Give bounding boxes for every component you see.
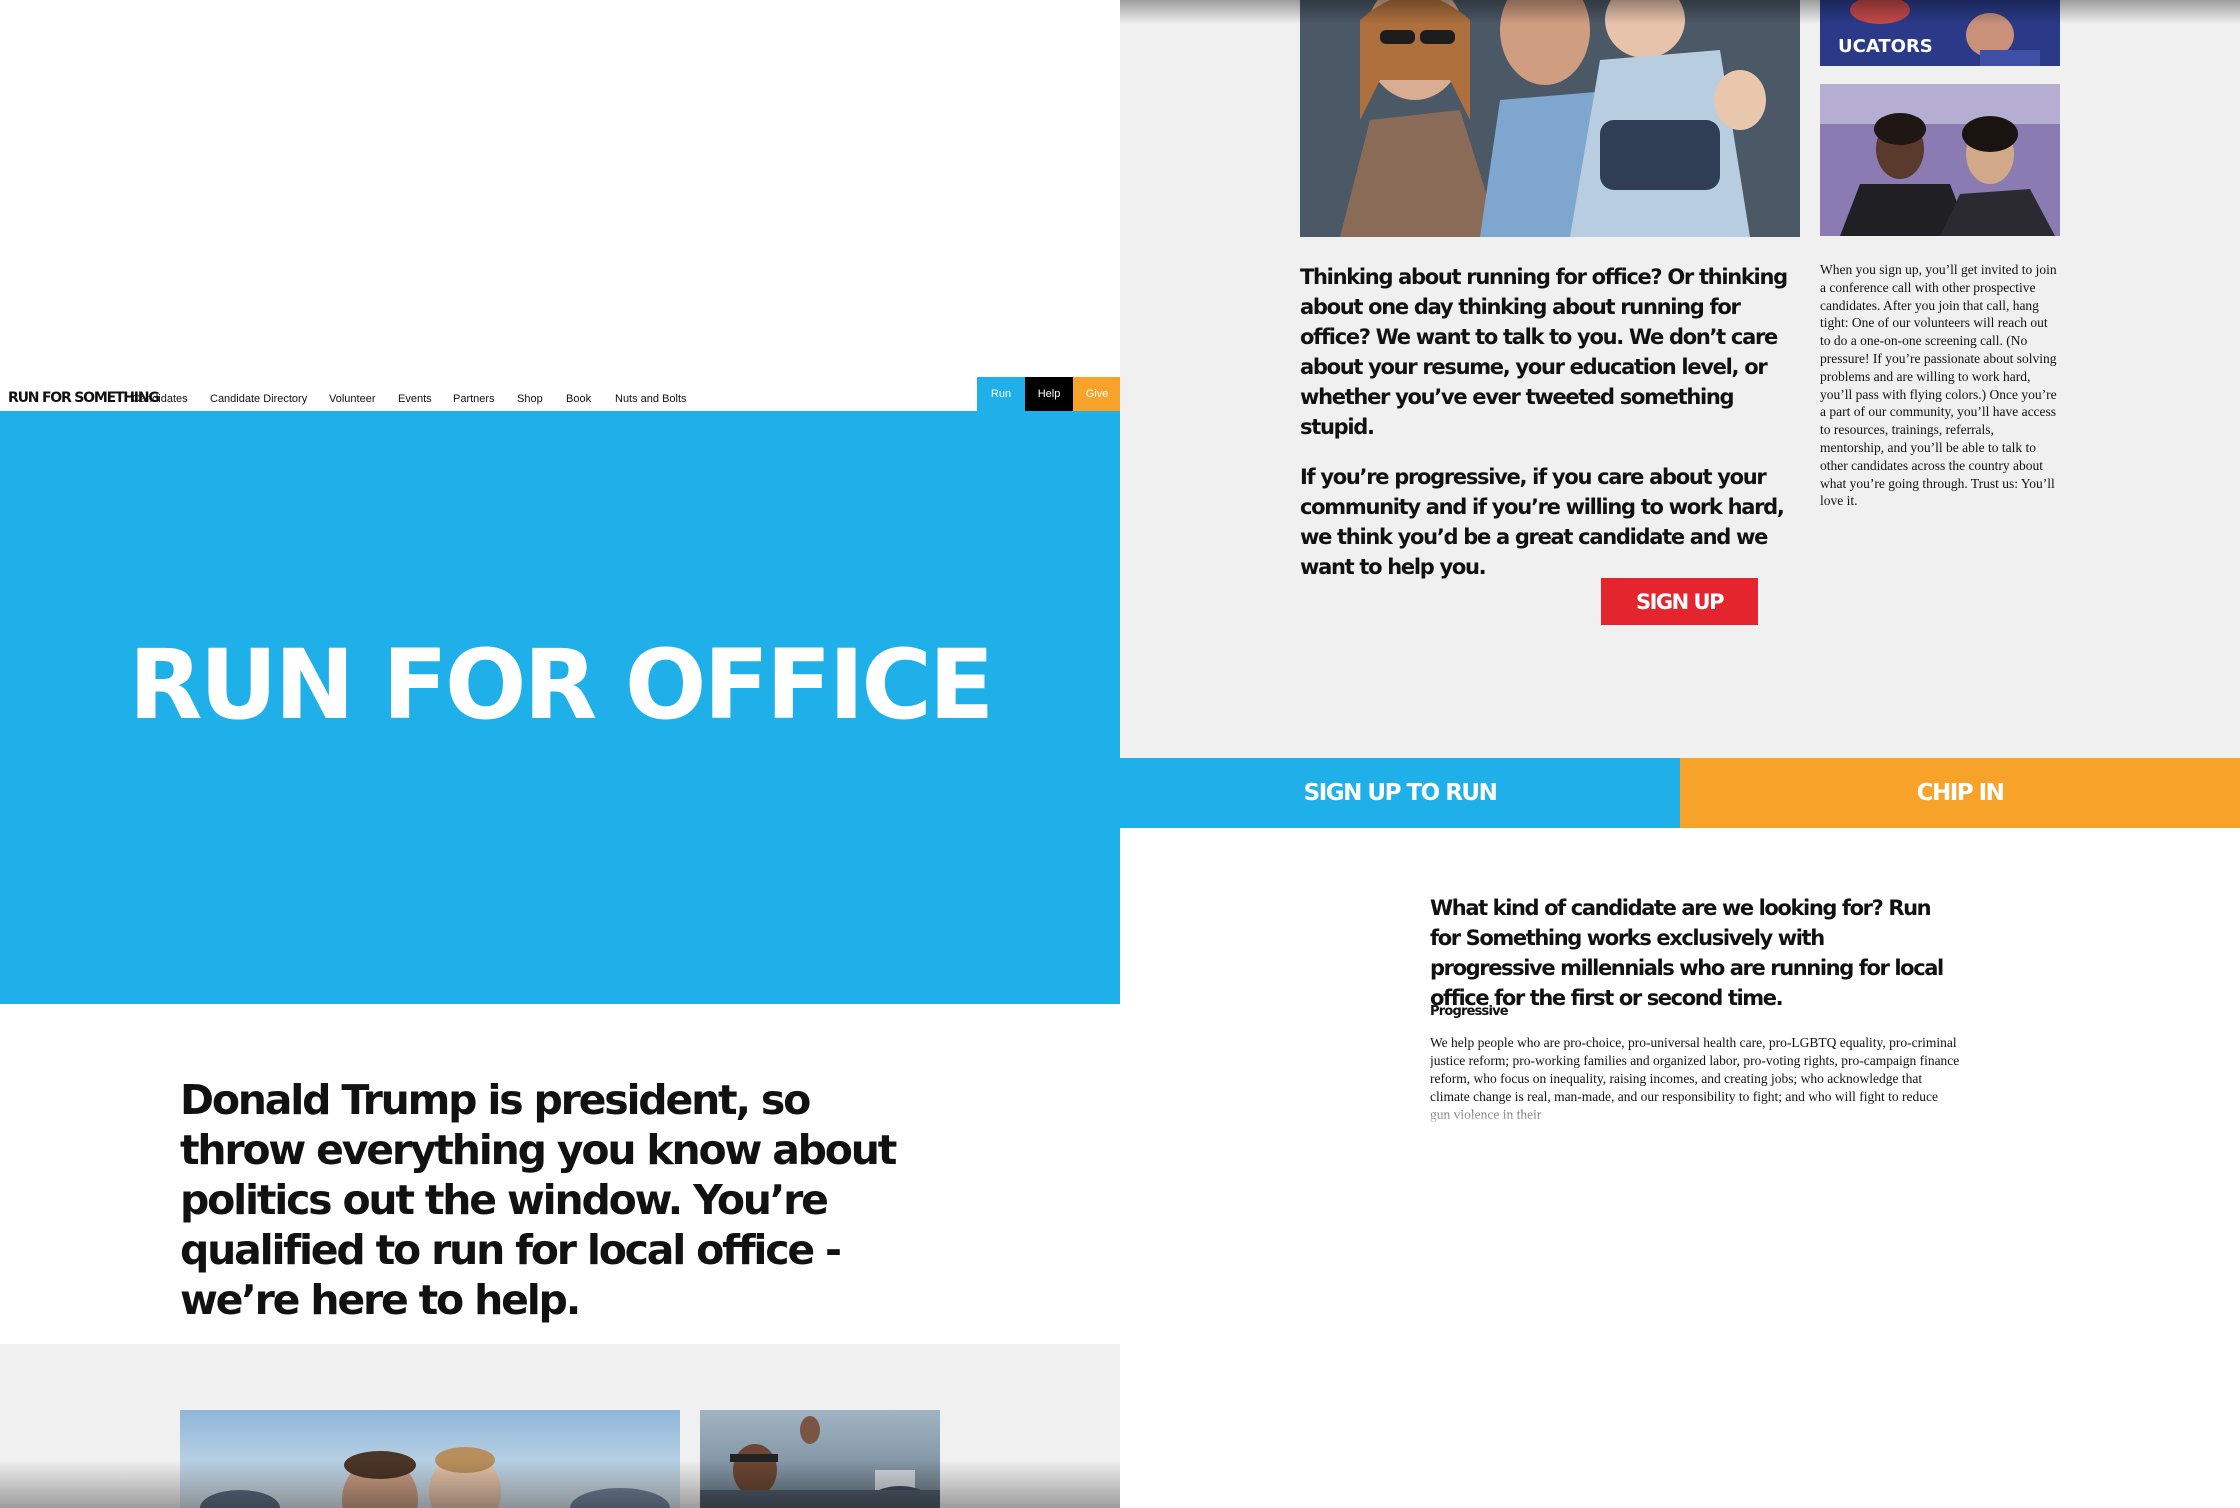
intro-text: Donald Trump is president, so throw ever… bbox=[180, 1076, 897, 1324]
right-panel: UCATORS Thinking about running for offic… bbox=[1120, 0, 2240, 1508]
nav-link-candidate-directory[interactable]: Candidate Directory bbox=[210, 393, 307, 405]
women-photo bbox=[1820, 84, 2060, 236]
chip-in-button[interactable]: CHIP IN bbox=[1680, 758, 2240, 828]
nav-link-events[interactable]: Events bbox=[398, 393, 432, 405]
sign-up-to-run-button[interactable]: SIGN UP TO RUN bbox=[1120, 758, 1680, 828]
pitch-paragraph-2: If you’re progressive, if you care about… bbox=[1300, 465, 1785, 579]
nav-link-book[interactable]: Book bbox=[566, 393, 591, 405]
top-nav: RUN FOR SOMETHING Candidates Candidate D… bbox=[0, 377, 1120, 411]
family-photo-art bbox=[1300, 0, 1800, 237]
nav-link-volunteer[interactable]: Volunteer bbox=[329, 393, 375, 405]
progressive-heading: Progressive bbox=[1430, 1004, 1509, 1019]
educators-sign-text: UCATORS bbox=[1838, 36, 1933, 57]
nav-run-button[interactable]: Run bbox=[977, 377, 1025, 411]
hero-title: RUN FOR OFFICE bbox=[128, 629, 995, 741]
family-photo bbox=[1300, 0, 1800, 237]
text-fade bbox=[1430, 1100, 1960, 1130]
photo-and-pitch-section: UCATORS Thinking about running for offic… bbox=[1120, 0, 2240, 758]
candidate-criteria-heading: What kind of candidate are we looking fo… bbox=[1430, 896, 1944, 1010]
top-shadow bbox=[1120, 0, 2240, 24]
pitch-text: Thinking about running for office? Or th… bbox=[1300, 262, 1810, 602]
women-photo-art bbox=[1820, 84, 2060, 236]
sign-up-button[interactable]: SIGN UP bbox=[1601, 578, 1758, 625]
nav-link-candidates[interactable]: Candidates bbox=[132, 393, 188, 405]
hero-banner: RUN FOR OFFICE bbox=[0, 411, 1120, 1004]
nav-link-shop[interactable]: Shop bbox=[517, 393, 543, 405]
nav-help-button[interactable]: Help bbox=[1025, 377, 1073, 411]
left-panel: RUN FOR SOMETHING Candidates Candidate D… bbox=[0, 0, 1120, 1508]
signup-explainer-text: When you sign up, you’ll get invited to … bbox=[1820, 262, 2057, 509]
nav-link-nuts-and-bolts[interactable]: Nuts and Bolts bbox=[615, 393, 687, 405]
bottom-shadow bbox=[0, 1460, 1120, 1508]
nav-link-partners[interactable]: Partners bbox=[453, 393, 495, 405]
pitch-paragraph-1: Thinking about running for office? Or th… bbox=[1300, 265, 1788, 439]
nav-give-button[interactable]: Give bbox=[1073, 377, 1120, 411]
